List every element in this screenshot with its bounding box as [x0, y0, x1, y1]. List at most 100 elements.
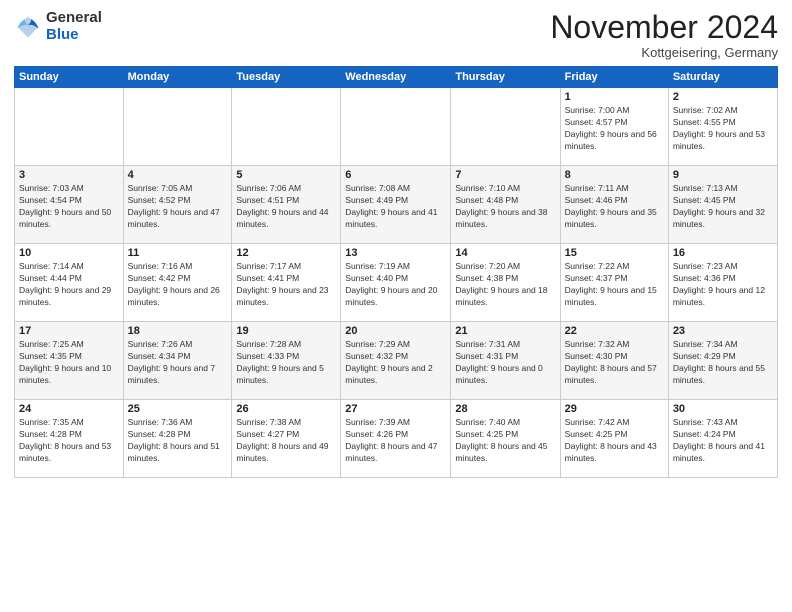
table-row: 30 Sunrise: 7:43 AM Sunset: 4:24 PM Dayli… — [668, 400, 777, 478]
table-row: 18Sunrise: 7:26 AM Sunset: 4:34 PM Dayli… — [123, 322, 232, 400]
table-row: 8 Sunrise: 7:11 AM Sunset: 4:46 PM Daylig… — [560, 166, 668, 244]
day-info: Sunrise: 7:43 AM Sunset: 4:24 PM Dayligh… — [673, 417, 773, 465]
day-number: 21 — [455, 325, 555, 337]
table-row — [451, 88, 560, 166]
day-info: Sunrise: 7:40 AM Sunset: 4:25 PM Dayligh… — [455, 417, 555, 465]
day-info: Sunrise: 7:13 AM Sunset: 4:45 PM Dayligh… — [673, 183, 773, 231]
col-monday: Monday — [123, 67, 232, 88]
title-block: November 2024 Kottgeisering, Germany — [550, 10, 778, 60]
day-number: 11 — [128, 247, 228, 259]
table-row — [232, 88, 341, 166]
table-row: 1Sunrise: 7:00 AM Sunset: 4:57 PM Daylig… — [560, 88, 668, 166]
logo-icon — [14, 13, 42, 41]
table-row: 29Sunrise: 7:42 AM Sunset: 4:25 PM Dayli… — [560, 400, 668, 478]
table-row: 19 Sunrise: 7:28 AM Sunset: 4:33 PM Dayli… — [232, 322, 341, 400]
col-wednesday: Wednesday — [341, 67, 451, 88]
day-info: Sunrise: 7:29 AM Sunset: 4:32 PM Dayligh… — [345, 339, 446, 387]
table-row: 10 Sunrise: 7:14 AM Sunset: 4:44 PM Dayli… — [15, 244, 124, 322]
day-number: 24 — [19, 403, 119, 415]
table-row: 27Sunrise: 7:39 AM Sunset: 4:26 PM Dayli… — [341, 400, 451, 478]
calendar-header-row: Sunday Monday Tuesday Wednesday Thursday… — [15, 67, 778, 88]
col-sunday: Sunday — [15, 67, 124, 88]
calendar: Sunday Monday Tuesday Wednesday Thursday… — [14, 66, 778, 478]
table-row: 2Sunrise: 7:02 AM Sunset: 4:55 PM Daylig… — [668, 88, 777, 166]
day-info: Sunrise: 7:35 AM Sunset: 4:28 PM Dayligh… — [19, 417, 119, 465]
day-number: 25 — [128, 403, 228, 415]
day-info: Sunrise: 7:42 AM Sunset: 4:25 PM Dayligh… — [565, 417, 664, 465]
table-row: 17Sunrise: 7:25 AM Sunset: 4:35 PM Dayli… — [15, 322, 124, 400]
day-number: 17 — [19, 325, 119, 337]
day-number: 26 — [236, 403, 336, 415]
day-info: Sunrise: 7:28 AM Sunset: 4:33 PM Dayligh… — [236, 339, 336, 387]
day-info: Sunrise: 7:06 AM Sunset: 4:51 PM Dayligh… — [236, 183, 336, 231]
table-row: 14Sunrise: 7:20 AM Sunset: 4:38 PM Dayli… — [451, 244, 560, 322]
table-row: 11 Sunrise: 7:16 AM Sunset: 4:42 PM Dayli… — [123, 244, 232, 322]
table-row — [15, 88, 124, 166]
day-info: Sunrise: 7:16 AM Sunset: 4:42 PM Dayligh… — [128, 261, 228, 309]
table-row: 23 Sunrise: 7:34 AM Sunset: 4:29 PM Dayli… — [668, 322, 777, 400]
day-info: Sunrise: 7:31 AM Sunset: 4:31 PM Dayligh… — [455, 339, 555, 387]
day-info: Sunrise: 7:20 AM Sunset: 4:38 PM Dayligh… — [455, 261, 555, 309]
table-row: 16 Sunrise: 7:23 AM Sunset: 4:36 PM Dayli… — [668, 244, 777, 322]
table-row: 24 Sunrise: 7:35 AM Sunset: 4:28 PM Dayli… — [15, 400, 124, 478]
table-row: 5Sunrise: 7:06 AM Sunset: 4:51 PM Daylig… — [232, 166, 341, 244]
day-number: 8 — [565, 169, 664, 181]
col-thursday: Thursday — [451, 67, 560, 88]
day-number: 4 — [128, 169, 228, 181]
day-number: 23 — [673, 325, 773, 337]
day-info: Sunrise: 7:10 AM Sunset: 4:48 PM Dayligh… — [455, 183, 555, 231]
day-number: 15 — [565, 247, 664, 259]
day-info: Sunrise: 7:11 AM Sunset: 4:46 PM Dayligh… — [565, 183, 664, 231]
day-info: Sunrise: 7:23 AM Sunset: 4:36 PM Dayligh… — [673, 261, 773, 309]
day-info: Sunrise: 7:26 AM Sunset: 4:34 PM Dayligh… — [128, 339, 228, 387]
day-number: 2 — [673, 91, 773, 103]
page: General Blue November 2024 Kottgeisering… — [0, 0, 792, 612]
day-number: 10 — [19, 247, 119, 259]
day-info: Sunrise: 7:19 AM Sunset: 4:40 PM Dayligh… — [345, 261, 446, 309]
month-title: November 2024 — [550, 10, 778, 45]
day-info: Sunrise: 7:03 AM Sunset: 4:54 PM Dayligh… — [19, 183, 119, 231]
table-row: 28Sunrise: 7:40 AM Sunset: 4:25 PM Dayli… — [451, 400, 560, 478]
col-saturday: Saturday — [668, 67, 777, 88]
table-row: 3Sunrise: 7:03 AM Sunset: 4:54 PM Daylig… — [15, 166, 124, 244]
day-info: Sunrise: 7:38 AM Sunset: 4:27 PM Dayligh… — [236, 417, 336, 465]
day-number: 20 — [345, 325, 446, 337]
day-info: Sunrise: 7:36 AM Sunset: 4:28 PM Dayligh… — [128, 417, 228, 465]
location: Kottgeisering, Germany — [550, 45, 778, 60]
day-info: Sunrise: 7:05 AM Sunset: 4:52 PM Dayligh… — [128, 183, 228, 231]
table-row: 22 Sunrise: 7:32 AM Sunset: 4:30 PM Dayli… — [560, 322, 668, 400]
logo: General Blue — [14, 10, 102, 43]
day-number: 30 — [673, 403, 773, 415]
day-number: 19 — [236, 325, 336, 337]
day-info: Sunrise: 7:17 AM Sunset: 4:41 PM Dayligh… — [236, 261, 336, 309]
day-info: Sunrise: 7:14 AM Sunset: 4:44 PM Dayligh… — [19, 261, 119, 309]
logo-line2: Blue — [46, 27, 102, 44]
day-info: Sunrise: 7:32 AM Sunset: 4:30 PM Dayligh… — [565, 339, 664, 387]
day-number: 9 — [673, 169, 773, 181]
table-row — [341, 88, 451, 166]
day-number: 13 — [345, 247, 446, 259]
day-number: 12 — [236, 247, 336, 259]
table-row — [123, 88, 232, 166]
table-row: 13 Sunrise: 7:19 AM Sunset: 4:40 PM Dayli… — [341, 244, 451, 322]
calendar-week-row: 17Sunrise: 7:25 AM Sunset: 4:35 PM Dayli… — [15, 322, 778, 400]
calendar-week-row: 10 Sunrise: 7:14 AM Sunset: 4:44 PM Dayli… — [15, 244, 778, 322]
table-row: 9 Sunrise: 7:13 AM Sunset: 4:45 PM Daylig… — [668, 166, 777, 244]
day-number: 22 — [565, 325, 664, 337]
day-number: 16 — [673, 247, 773, 259]
table-row: 15Sunrise: 7:22 AM Sunset: 4:37 PM Dayli… — [560, 244, 668, 322]
day-number: 7 — [455, 169, 555, 181]
table-row: 12 Sunrise: 7:17 AM Sunset: 4:41 PM Dayli… — [232, 244, 341, 322]
day-info: Sunrise: 7:34 AM Sunset: 4:29 PM Dayligh… — [673, 339, 773, 387]
day-info: Sunrise: 7:08 AM Sunset: 4:49 PM Dayligh… — [345, 183, 446, 231]
header: General Blue November 2024 Kottgeisering… — [14, 10, 778, 60]
day-number: 1 — [565, 91, 664, 103]
table-row: 4 Sunrise: 7:05 AM Sunset: 4:52 PM Daylig… — [123, 166, 232, 244]
table-row: 21 Sunrise: 7:31 AM Sunset: 4:31 PM Dayli… — [451, 322, 560, 400]
table-row: 25 Sunrise: 7:36 AM Sunset: 4:28 PM Dayli… — [123, 400, 232, 478]
table-row: 6Sunrise: 7:08 AM Sunset: 4:49 PM Daylig… — [341, 166, 451, 244]
table-row: 20 Sunrise: 7:29 AM Sunset: 4:32 PM Dayli… — [341, 322, 451, 400]
day-number: 27 — [345, 403, 446, 415]
col-friday: Friday — [560, 67, 668, 88]
calendar-week-row: 3Sunrise: 7:03 AM Sunset: 4:54 PM Daylig… — [15, 166, 778, 244]
